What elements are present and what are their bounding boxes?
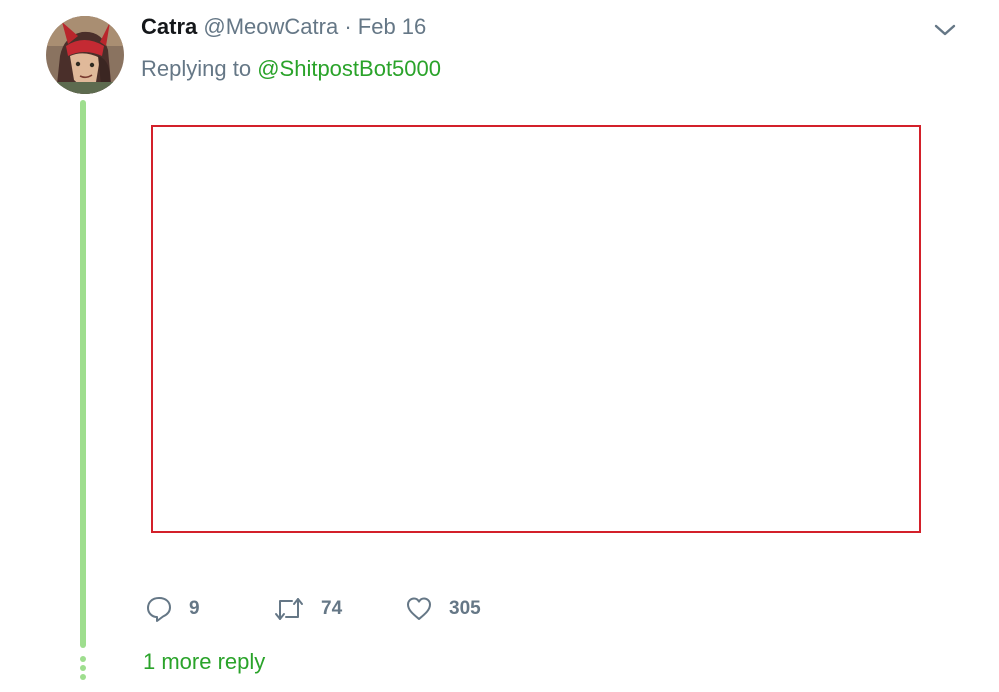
reply-bubble-icon (147, 597, 171, 622)
separator: · (344, 14, 352, 39)
avatar-image (46, 16, 124, 94)
media-placeholder[interactable] (151, 125, 921, 533)
like-count: 305 (449, 598, 481, 619)
tweet-header: Catra @MeowCatra · Feb 16 (141, 14, 426, 40)
chevron-down-icon (934, 24, 956, 36)
replying-prefix: Replying to (141, 56, 252, 81)
thread-line (80, 100, 86, 648)
reply-count: 9 (189, 598, 200, 619)
avatar[interactable] (46, 16, 124, 94)
tweet-date[interactable]: Feb 16 (358, 14, 427, 39)
like-button[interactable]: 305 (405, 592, 481, 626)
reply-button[interactable]: 9 (145, 592, 200, 626)
retweet-icon (275, 598, 303, 620)
tweet-menu-button[interactable] (930, 20, 960, 40)
mention-link[interactable]: @ShitpostBot5000 (257, 56, 441, 81)
author-handle[interactable]: @MeowCatra (203, 14, 338, 39)
retweet-count: 74 (321, 598, 343, 619)
retweet-button[interactable]: 74 (273, 592, 342, 626)
heart-icon (407, 597, 431, 620)
replying-to: Replying to @ShitpostBot5000 (141, 56, 441, 82)
author-name[interactable]: Catra (141, 14, 197, 39)
more-replies-link[interactable]: 1 more reply (143, 649, 265, 675)
tweet-card: Catra @MeowCatra · Feb 16 Replying to @S… (0, 0, 999, 692)
thread-dots (79, 656, 87, 683)
